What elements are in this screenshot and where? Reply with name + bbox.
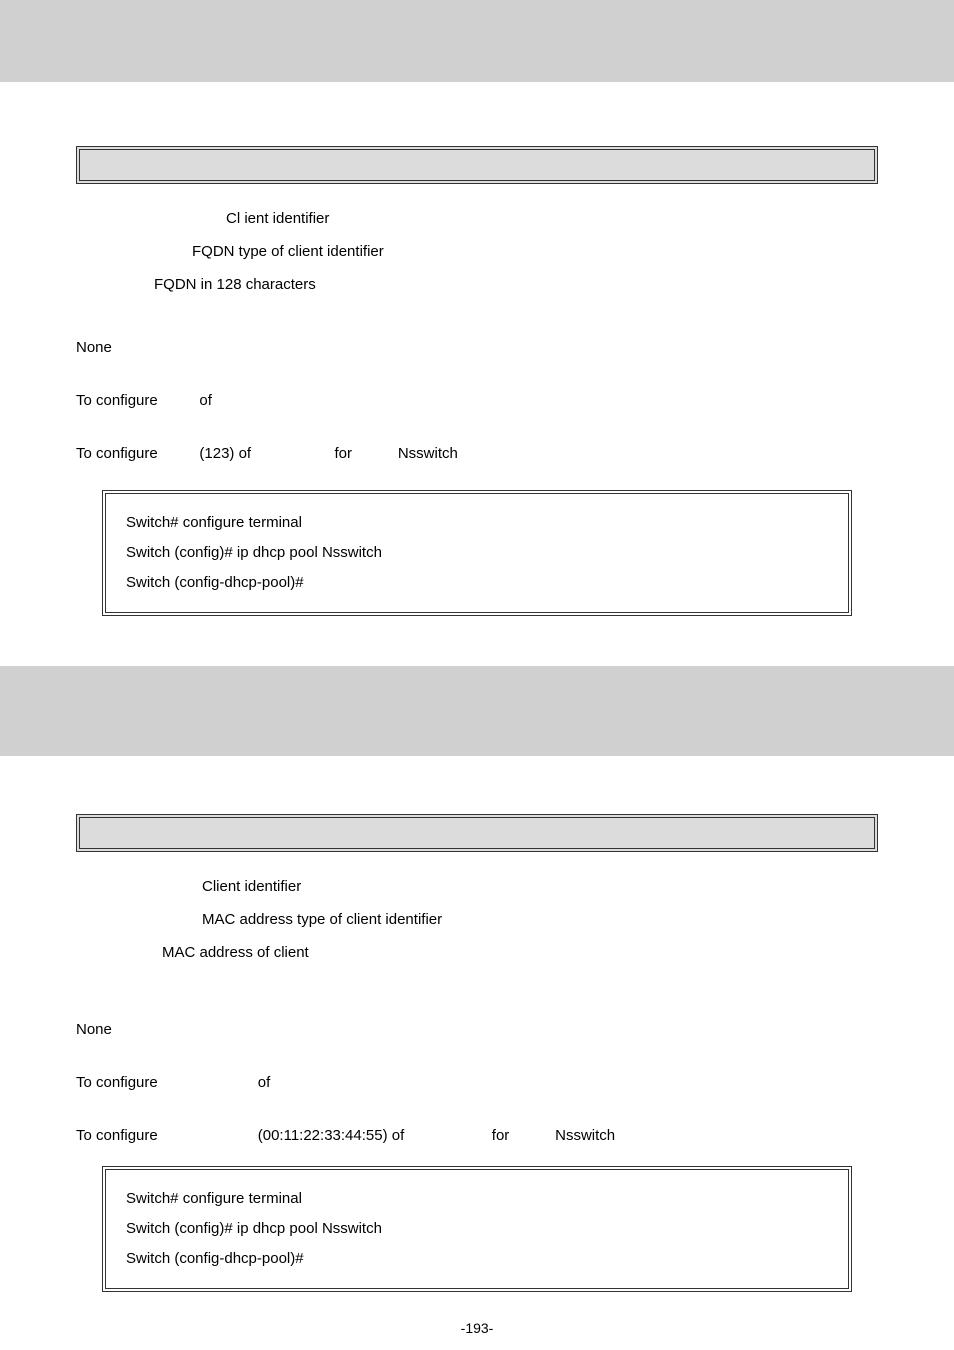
code-line: Switch# configure terminal — [126, 1184, 828, 1214]
section-2: Client identifier MAC address type of cl… — [0, 756, 954, 1292]
ex-seg: (123) of — [199, 445, 251, 462]
default-text: None — [76, 1021, 112, 1038]
mid-band — [0, 666, 954, 756]
mode-seg: To configure — [76, 392, 158, 409]
page: Cl ient identifier FQDN type of client i… — [0, 0, 954, 1350]
param-row: MAC address of client — [76, 936, 878, 969]
param-row: FQDN type of client identifier — [76, 235, 878, 268]
ex-gap — [251, 445, 334, 462]
parameters-1: Cl ient identifier FQDN type of client i… — [76, 202, 878, 301]
section-1: Cl ient identifier FQDN type of client i… — [0, 146, 954, 616]
mode-1: To configure of — [76, 392, 878, 409]
code-line: Switch (config)# ip dhcp pool Nsswitch — [126, 538, 828, 568]
param-desc: Cl ient identifier — [226, 202, 329, 235]
ex-gap — [352, 445, 398, 462]
param-row: FQDN in 128 characters — [76, 268, 878, 301]
parameters-2: Client identifier MAC address type of cl… — [76, 870, 878, 969]
ex-gap — [158, 1127, 258, 1144]
default-text: None — [76, 339, 112, 356]
page-number: -193- — [0, 1320, 954, 1336]
example-2: To configure (00:11:22:33:44:55) of for … — [76, 1127, 878, 1144]
default-1: None — [76, 339, 878, 356]
ex-seg: Nsswitch — [398, 445, 458, 462]
param-row: Cl ient identifier — [76, 202, 878, 235]
syntax-box-1 — [76, 146, 878, 184]
ex-seg: To configure — [76, 445, 158, 462]
ex-seg: for — [492, 1127, 510, 1144]
example-1: To configure (123) of for Nsswitch — [76, 445, 878, 462]
param-desc: MAC address type of client identifier — [202, 903, 442, 936]
code-line: Switch (config)# ip dhcp pool Nsswitch — [126, 1214, 828, 1244]
param-row: MAC address type of client identifier — [76, 903, 878, 936]
syntax-box-2 — [76, 814, 878, 852]
mode-gap — [158, 392, 200, 409]
code-line: Switch (config-dhcp-pool)# — [126, 1244, 828, 1274]
ex-seg: for — [334, 445, 352, 462]
param-desc: FQDN type of client identifier — [192, 235, 384, 268]
page-number-text: -193- — [461, 1320, 494, 1336]
default-2: None — [76, 1021, 878, 1038]
ex-gap — [404, 1127, 492, 1144]
param-desc: Client identifier — [202, 870, 301, 903]
header-band — [0, 0, 954, 82]
mode-seg: of — [258, 1074, 271, 1091]
param-row: Client identifier — [76, 870, 878, 903]
param-desc: MAC address of client — [162, 936, 309, 969]
mode-gap — [158, 1074, 258, 1091]
code-box-2: Switch# configure terminal Switch (confi… — [102, 1166, 852, 1292]
mode-seg: To configure — [76, 1074, 158, 1091]
ex-seg: To configure — [76, 1127, 158, 1144]
ex-seg: Nsswitch — [555, 1127, 615, 1144]
mode-2: To configure of — [76, 1074, 878, 1091]
ex-seg: (00:11:22:33:44:55) of — [258, 1127, 405, 1144]
ex-gap — [509, 1127, 555, 1144]
ex-gap — [158, 445, 200, 462]
param-desc: FQDN in 128 characters — [154, 268, 316, 301]
mode-seg: of — [199, 392, 212, 409]
code-box-1: Switch# configure terminal Switch (confi… — [102, 490, 852, 616]
code-line: Switch (config-dhcp-pool)# — [126, 568, 828, 598]
code-line: Switch# configure terminal — [126, 508, 828, 538]
